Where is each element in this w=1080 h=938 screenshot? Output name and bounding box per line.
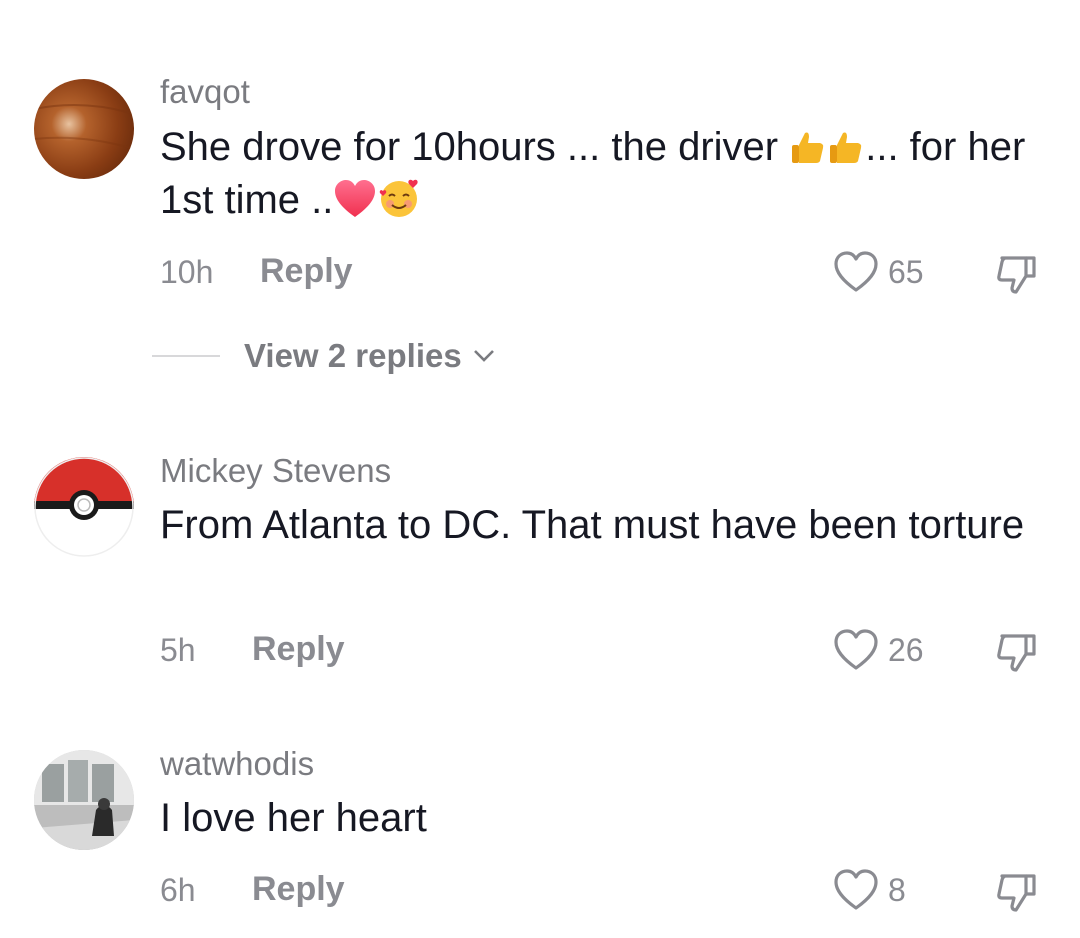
room-photo-avatar-icon[interactable] <box>34 750 134 850</box>
heart-like-icon[interactable] <box>832 868 880 912</box>
reply-button[interactable]: Reply <box>252 869 345 909</box>
comment-timestamp: 6h <box>160 872 196 908</box>
like-count: 8 <box>888 872 906 908</box>
comment-username[interactable]: watwhodis <box>160 744 314 784</box>
comment-text: I love her heart <box>160 796 427 840</box>
comment-item: watwhodis I love her heart 6h Reply 8 <box>0 0 1080 938</box>
thumbs-down-icon[interactable] <box>992 868 1040 916</box>
